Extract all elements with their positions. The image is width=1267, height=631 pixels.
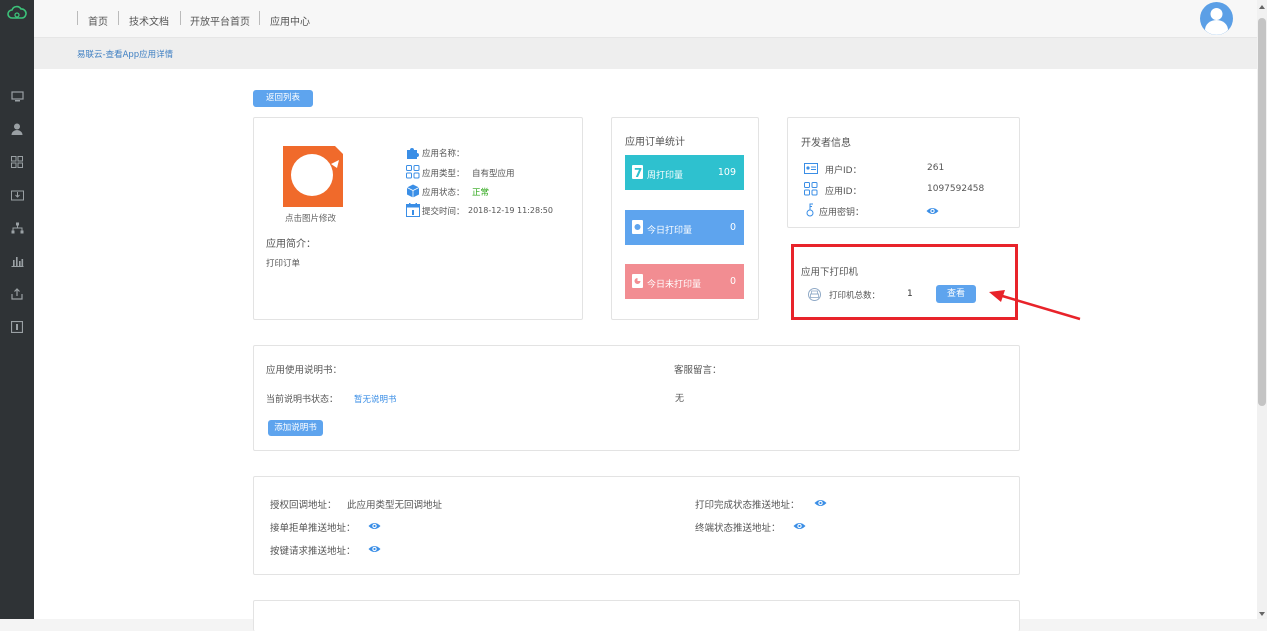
id-card-icon — [804, 163, 818, 174]
weekly-print-label: 周打印量 — [647, 171, 684, 181]
eye-icon[interactable] — [793, 521, 806, 531]
key-icon — [804, 203, 816, 217]
nav-link-platform-home[interactable]: 开放平台首页 — [190, 13, 250, 28]
nav-link-docs[interactable]: 技术文档 — [129, 13, 169, 28]
user-id-label: 用户ID： — [825, 166, 862, 176]
submit-time-label: 提交时间： — [422, 207, 465, 217]
submit-time-value: 2018-12-19 11:28:50 — [468, 206, 553, 215]
today-print-icon — [632, 220, 643, 234]
avatar[interactable] — [1200, 2, 1233, 35]
eye-icon[interactable] — [814, 498, 827, 508]
service-message-value: 无 — [675, 394, 685, 404]
app-id-value: 1097592458 — [927, 184, 985, 194]
app-status-value: 正常 — [472, 188, 490, 198]
developer-info-title: 开发者信息 — [801, 138, 851, 149]
app-id-icon — [804, 182, 818, 196]
manual-status-value[interactable]: 暂无说明书 — [354, 393, 397, 405]
weekly-print-value: 109 — [717, 167, 736, 178]
eye-icon[interactable] — [926, 206, 939, 216]
accept-reject-push-label: 接单拒单推送地址： — [270, 523, 356, 534]
nav-divider — [259, 11, 260, 25]
app-name-label: 应用名称： — [422, 149, 465, 159]
app-secret-label: 应用密钥： — [819, 208, 865, 218]
printers-title: 应用下打印机 — [801, 267, 859, 278]
upload-icon[interactable] — [9, 287, 25, 301]
today-print-stat[interactable]: 今日打印量 0 — [625, 210, 744, 245]
print-done-push-label: 打印完成状态推送地址： — [695, 500, 800, 511]
panel-icon[interactable] — [9, 320, 25, 334]
download-box-icon[interactable] — [9, 188, 25, 202]
eye-icon[interactable] — [368, 521, 381, 531]
nav-link-app-center[interactable]: 应用中心 — [270, 13, 310, 28]
manual-title: 应用使用说明书： — [266, 365, 343, 376]
highlight-box — [791, 244, 1018, 320]
auth-callback-value: 此应用类型无回调地址 — [347, 500, 443, 511]
scrollbar-thumb[interactable] — [1258, 18, 1266, 406]
key-request-push-label: 按键请求推送地址： — [270, 546, 356, 557]
calendar-icon — [406, 203, 420, 217]
nav-divider — [77, 11, 78, 25]
app-type-value: 自有型应用 — [472, 169, 515, 179]
order-stats-title: 应用订单统计 — [625, 137, 685, 148]
today-unprinted-icon — [632, 274, 643, 288]
breadcrumb-bar — [34, 38, 1257, 69]
today-print-label: 今日打印量 — [647, 226, 693, 236]
printer-total-value: 1 — [907, 289, 913, 299]
cube-icon — [406, 184, 420, 198]
today-print-value: 0 — [729, 222, 736, 233]
app-id-label: 应用ID： — [825, 187, 862, 197]
app-status-label: 应用状态： — [422, 188, 465, 198]
app-type-icon — [406, 165, 420, 179]
auth-callback-label: 授权回调地址： — [270, 500, 337, 511]
weekly-print-stat[interactable]: 7 周打印量 109 — [625, 155, 744, 190]
back-to-list-button[interactable]: 返回列表 — [253, 90, 313, 107]
cloud-logo-icon[interactable] — [7, 5, 27, 21]
printer-icon — [808, 288, 821, 301]
left-sidebar — [0, 0, 34, 619]
today-unprinted-value: 0 — [729, 276, 736, 287]
intro-value: 打印订单 — [266, 259, 301, 269]
service-message-label: 客服留言： — [674, 365, 722, 376]
calendar-seven-icon: 7 — [632, 165, 643, 180]
app-type-label: 应用类型： — [422, 169, 465, 179]
puzzle-icon — [406, 146, 420, 159]
svg-text:7: 7 — [634, 166, 642, 179]
nav-divider — [118, 11, 119, 25]
next-section-card — [253, 600, 1020, 631]
monitor-icon[interactable] — [9, 89, 25, 103]
scroll-down-arrow-icon[interactable] — [1259, 610, 1265, 616]
printer-total-label: 打印机总数： — [829, 291, 881, 301]
intro-label: 应用简介： — [266, 239, 316, 250]
nav-link-home[interactable]: 首页 — [88, 13, 108, 28]
annotation-arrow — [985, 284, 1085, 324]
eye-icon[interactable] — [368, 544, 381, 554]
scroll-up-arrow-icon[interactable] — [1259, 3, 1265, 9]
today-unprinted-stat[interactable]: 今日未打印量 0 — [625, 264, 744, 299]
breadcrumb[interactable]: 易联云-查看App应用详情 — [77, 48, 173, 60]
bar-chart-icon[interactable] — [9, 254, 25, 268]
view-printers-button[interactable]: 查看 — [936, 285, 976, 303]
nav-divider — [180, 11, 181, 25]
sitemap-icon[interactable] — [9, 221, 25, 235]
user-icon[interactable] — [9, 122, 25, 136]
terminal-status-push-label: 终端状态推送地址： — [695, 523, 781, 534]
manual-status-label: 当前说明书状态： — [266, 395, 339, 405]
user-id-value: 261 — [927, 163, 945, 173]
add-manual-button[interactable]: 添加说明书 — [268, 420, 323, 436]
grid-icon[interactable] — [9, 155, 25, 169]
today-unprinted-label: 今日未打印量 — [647, 280, 702, 290]
change-image-label[interactable]: 点击图片修改 — [285, 212, 336, 224]
app-icon-image[interactable] — [283, 146, 343, 207]
